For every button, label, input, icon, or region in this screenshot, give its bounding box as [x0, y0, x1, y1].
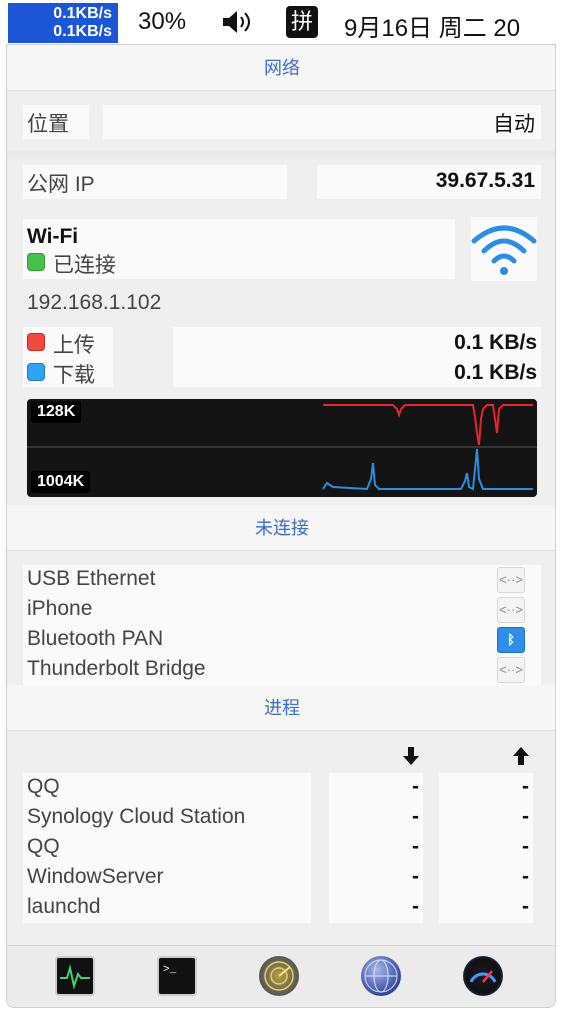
speaker-icon[interactable]: [220, 8, 256, 36]
list-item: Bluetooth PAN: [27, 627, 164, 650]
download-label: 下载: [53, 364, 95, 387]
process-download: -: [412, 895, 419, 918]
download-trace: [322, 448, 533, 491]
wifi-icon[interactable]: [471, 217, 537, 281]
traffic-graph: 128K 1004K: [27, 399, 537, 497]
ethernet-icon[interactable]: <··>: [497, 657, 525, 683]
process-upload: -: [522, 895, 529, 918]
battery-percentage[interactable]: 30%: [138, 8, 186, 36]
process-upload: -: [522, 805, 529, 828]
ethernet-icon[interactable]: <··>: [497, 567, 525, 593]
connected-status-dot: [27, 253, 45, 271]
location-label: 位置: [27, 113, 69, 136]
process-download: -: [412, 805, 419, 828]
local-ip-address: 192.168.1.102: [27, 291, 162, 314]
location-label-box: 位置: [23, 105, 89, 139]
process-name: Synology Cloud Station: [27, 805, 246, 828]
menubar-download-speed: 0.1KB/s: [53, 23, 112, 40]
process-name: WindowServer: [27, 865, 164, 888]
menubar-date[interactable]: 9月16日 周二 20: [344, 8, 520, 43]
process-download: -: [412, 775, 419, 798]
traffic-label-box: 上传 下载: [23, 327, 113, 387]
process-name: QQ: [27, 835, 60, 858]
graph-upload-scale: 128K: [31, 401, 82, 423]
disconnected-section-header: 未连接: [7, 505, 555, 551]
list-item: Thunderbolt Bridge: [27, 657, 206, 680]
process-upload: -: [522, 835, 529, 858]
network-section-header: 网络: [7, 45, 555, 91]
wifi-status: 已连接: [53, 254, 116, 277]
speedtest-icon[interactable]: [463, 956, 503, 996]
traffic-value-box: 0.1 KB/s 0.1 KB/s: [173, 327, 541, 387]
menubar-upload-speed: 0.1KB/s: [53, 5, 112, 22]
bottom-toolbar: >_: [7, 945, 555, 1007]
process-name: launchd: [27, 895, 101, 918]
activity-monitor-icon[interactable]: [55, 956, 95, 996]
upload-rate: 0.1 KB/s: [454, 331, 537, 354]
download-rate: 0.1 KB/s: [454, 361, 537, 384]
network-radar-icon[interactable]: [259, 956, 299, 996]
processes-section-header: 进程: [7, 685, 555, 731]
public-ip-label: 公网 IP: [27, 173, 95, 196]
ethernet-icon[interactable]: <··>: [497, 597, 525, 623]
upload-trace: [323, 404, 533, 446]
location-value: 自动: [493, 113, 535, 136]
process-upload: -: [522, 865, 529, 888]
input-method-icon[interactable]: 拼: [286, 6, 318, 38]
network-monitor-panel: 网络 位置 自动 公网 IP 39.67.5.31 Wi-Fi 已连接 192.…: [6, 44, 556, 1008]
svg-text:>_: >_: [163, 964, 177, 976]
menu-bar: 0.1KB/s 0.1KB/s 30% 拼 9月16日 周二 20: [0, 0, 562, 44]
download-color-dot: [27, 363, 45, 381]
process-name: QQ: [27, 775, 60, 798]
divider: [7, 151, 555, 159]
public-ip-value-box[interactable]: 39.67.5.31: [317, 165, 541, 199]
process-download: -: [412, 835, 419, 858]
upload-color-dot: [27, 333, 45, 351]
process-upload: -: [522, 775, 529, 798]
location-value-box[interactable]: 自动: [103, 105, 541, 139]
arrow-down-icon[interactable]: [399, 745, 423, 767]
process-download: -: [412, 865, 419, 888]
public-ip-value: 39.67.5.31: [435, 169, 535, 192]
graph-download-scale: 1004K: [31, 471, 91, 493]
terminal-icon[interactable]: >_: [157, 956, 197, 996]
list-item: USB Ethernet: [27, 567, 156, 590]
menubar-network-speed[interactable]: 0.1KB/s 0.1KB/s: [8, 3, 118, 43]
list-item: iPhone: [27, 597, 93, 620]
public-ip-label-box: 公网 IP: [23, 165, 287, 199]
wifi-info-box: Wi-Fi 已连接: [23, 219, 455, 279]
network-utility-icon[interactable]: [361, 956, 401, 996]
wifi-title: Wi-Fi: [27, 225, 79, 248]
arrow-up-icon[interactable]: [509, 745, 533, 767]
upload-label: 上传: [53, 334, 95, 357]
bluetooth-icon[interactable]: ᛒ: [497, 627, 525, 653]
